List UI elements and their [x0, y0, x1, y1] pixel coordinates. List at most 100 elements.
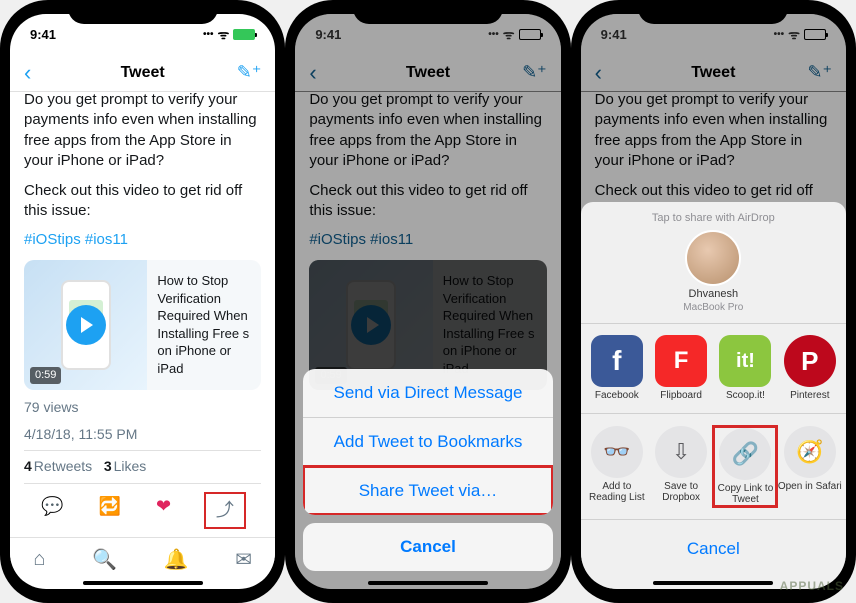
signal-icon: •••: [488, 29, 499, 40]
tweet-body-1: Do you get prompt to verify your payment…: [595, 90, 832, 171]
tab-search[interactable]: 🔍: [92, 547, 117, 572]
play-icon: [351, 305, 391, 345]
status-time: 9:41: [30, 27, 56, 42]
screen-2: 9:41 ••• ᯤ ‹ Tweet ✎⁺ Do you get prompt …: [295, 14, 560, 589]
share-flipboard[interactable]: F Flipboard: [649, 335, 713, 401]
contact-name: Dhvanesh: [689, 288, 739, 300]
nav-bar: ‹ Tweet ✎⁺: [581, 54, 846, 92]
back-icon: ‹: [309, 60, 316, 86]
battery-icon: [233, 29, 255, 40]
tweet-content: Do you get prompt to verify your payment…: [10, 90, 275, 538]
video-thumbnail[interactable]: 0:59: [24, 260, 147, 390]
watermark: APPUALS: [780, 579, 844, 593]
share-icon[interactable]: ⤴: [206, 494, 244, 526]
home-indicator[interactable]: [83, 581, 203, 585]
tweet-body-2: Check out this video to get rid off this…: [309, 181, 546, 222]
wifi-icon: ᯤ: [503, 25, 515, 43]
action-send-dm[interactable]: Send via Direct Message: [303, 369, 552, 417]
compose-icon: ✎⁺: [807, 62, 832, 83]
avatar: [685, 230, 741, 286]
hashtags: #iOStips #ios11: [309, 230, 546, 250]
signal-icon: •••: [203, 29, 214, 40]
tweet-content: Do you get prompt to verify your payment…: [295, 90, 560, 390]
screen-1: 9:41 ••• ᯤ ‹ Tweet ✎⁺ Do you get prompt …: [10, 14, 275, 589]
divider: [581, 323, 846, 324]
airdrop-hint: Tap to share with AirDrop: [581, 212, 846, 230]
tweet-stats[interactable]: 4Retweets 3Likes: [24, 450, 261, 485]
scoopit-icon: it!: [719, 335, 771, 387]
action-bookmark[interactable]: Add Tweet to Bookmarks: [303, 417, 552, 466]
glasses-icon: 👓: [591, 426, 643, 478]
notch: [638, 0, 788, 24]
action-row: 💬 🔁 ❤ ⤴: [24, 484, 261, 537]
app-row: f Facebook F Flipboard it! Scoop.it! P P…: [581, 329, 846, 407]
facebook-icon: f: [591, 335, 643, 387]
retweet-icon[interactable]: 🔁: [99, 494, 121, 526]
timestamp: 4/18/18, 11:55 PM: [24, 425, 261, 444]
action-sheet-group: Send via Direct Message Add Tweet to Boo…: [303, 369, 552, 515]
nav-bar: ‹ Tweet ✎⁺: [10, 54, 275, 92]
back-icon[interactable]: ‹: [24, 60, 31, 86]
reply-icon[interactable]: 💬: [41, 494, 63, 526]
phone-1: 9:41 ••• ᯤ ‹ Tweet ✎⁺ Do you get prompt …: [0, 0, 285, 603]
status-time: 9:41: [601, 27, 627, 42]
share-scoopit[interactable]: it! Scoop.it!: [713, 335, 777, 401]
share-sheet: Tap to share with AirDrop Dhvanesh MacBo…: [581, 202, 846, 590]
action-reading-list[interactable]: 👓 Add to Reading List: [585, 426, 649, 507]
like-icon[interactable]: ❤: [156, 494, 171, 526]
wifi-icon: ᯤ: [788, 25, 800, 43]
share-cancel[interactable]: Cancel: [581, 525, 846, 559]
mock-phone: [346, 280, 396, 370]
tab-messages[interactable]: ✉: [235, 547, 252, 572]
signal-icon: •••: [774, 29, 785, 40]
wifi-icon: ᯤ: [217, 25, 229, 43]
battery-icon: [804, 29, 826, 40]
tweet-body-2: Check out this video to get rid off this…: [24, 181, 261, 222]
battery-icon: [519, 29, 541, 40]
hashtags[interactable]: #iOStips #ios11: [24, 230, 261, 250]
page-title: Tweet: [295, 64, 560, 82]
contact-device: MacBook Pro: [683, 302, 743, 313]
action-sheet: Send via Direct Message Add Tweet to Boo…: [303, 369, 552, 579]
share-pinterest[interactable]: P Pinterest: [778, 335, 842, 401]
divider: [581, 519, 846, 520]
divider: [581, 413, 846, 414]
share-facebook[interactable]: f Facebook: [585, 335, 649, 401]
link-icon: 🔗: [719, 428, 771, 480]
phone-2: 9:41 ••• ᯤ ‹ Tweet ✎⁺ Do you get prompt …: [285, 0, 570, 603]
video-title: How to Stop Verification Required When I…: [147, 260, 261, 390]
action-row: 👓 Add to Reading List ⇩ Save to Dropbox …: [581, 420, 846, 513]
tweet-body-1: Do you get prompt to verify your payment…: [309, 90, 546, 171]
nav-bar: ‹ Tweet ✎⁺: [295, 54, 560, 92]
home-indicator[interactable]: [368, 581, 488, 585]
phone-3: 9:41 ••• ᯤ ‹ Tweet ✎⁺ Do you get prompt …: [571, 0, 856, 603]
tab-bar: ⌂ 🔍 🔔 ✉: [10, 537, 275, 581]
action-open-safari[interactable]: 🧭 Open in Safari: [778, 426, 842, 507]
compose-icon[interactable]: ✎⁺: [237, 62, 262, 83]
tab-home[interactable]: ⌂: [33, 548, 45, 571]
screen-3: 9:41 ••• ᯤ ‹ Tweet ✎⁺ Do you get prompt …: [581, 14, 846, 589]
airdrop-contact[interactable]: Dhvanesh MacBook Pro: [581, 230, 846, 313]
tab-notifications[interactable]: 🔔: [164, 547, 189, 572]
play-icon[interactable]: [66, 305, 106, 345]
safari-icon: 🧭: [784, 426, 836, 478]
back-icon: ‹: [595, 60, 602, 86]
action-share-via[interactable]: Share Tweet via…: [303, 466, 552, 515]
action-copy-link[interactable]: 🔗 Copy Link to Tweet: [713, 426, 777, 507]
action-cancel[interactable]: Cancel: [303, 523, 552, 571]
flipboard-icon: F: [655, 335, 707, 387]
video-card[interactable]: 0:59 How to Stop Verification Required W…: [24, 260, 261, 390]
view-count: 79 views: [24, 398, 261, 417]
tweet-body-1: Do you get prompt to verify your payment…: [24, 90, 261, 171]
notch: [353, 0, 503, 24]
video-duration: 0:59: [30, 367, 61, 384]
status-time: 9:41: [315, 27, 341, 42]
dropbox-icon: ⇩: [655, 426, 707, 478]
page-title: Tweet: [10, 64, 275, 82]
pinterest-icon: P: [784, 335, 836, 387]
home-indicator[interactable]: [653, 581, 773, 585]
notch: [68, 0, 218, 24]
page-title: Tweet: [581, 64, 846, 82]
action-dropbox[interactable]: ⇩ Save to Dropbox: [649, 426, 713, 507]
action-cancel-group: Cancel: [303, 523, 552, 571]
